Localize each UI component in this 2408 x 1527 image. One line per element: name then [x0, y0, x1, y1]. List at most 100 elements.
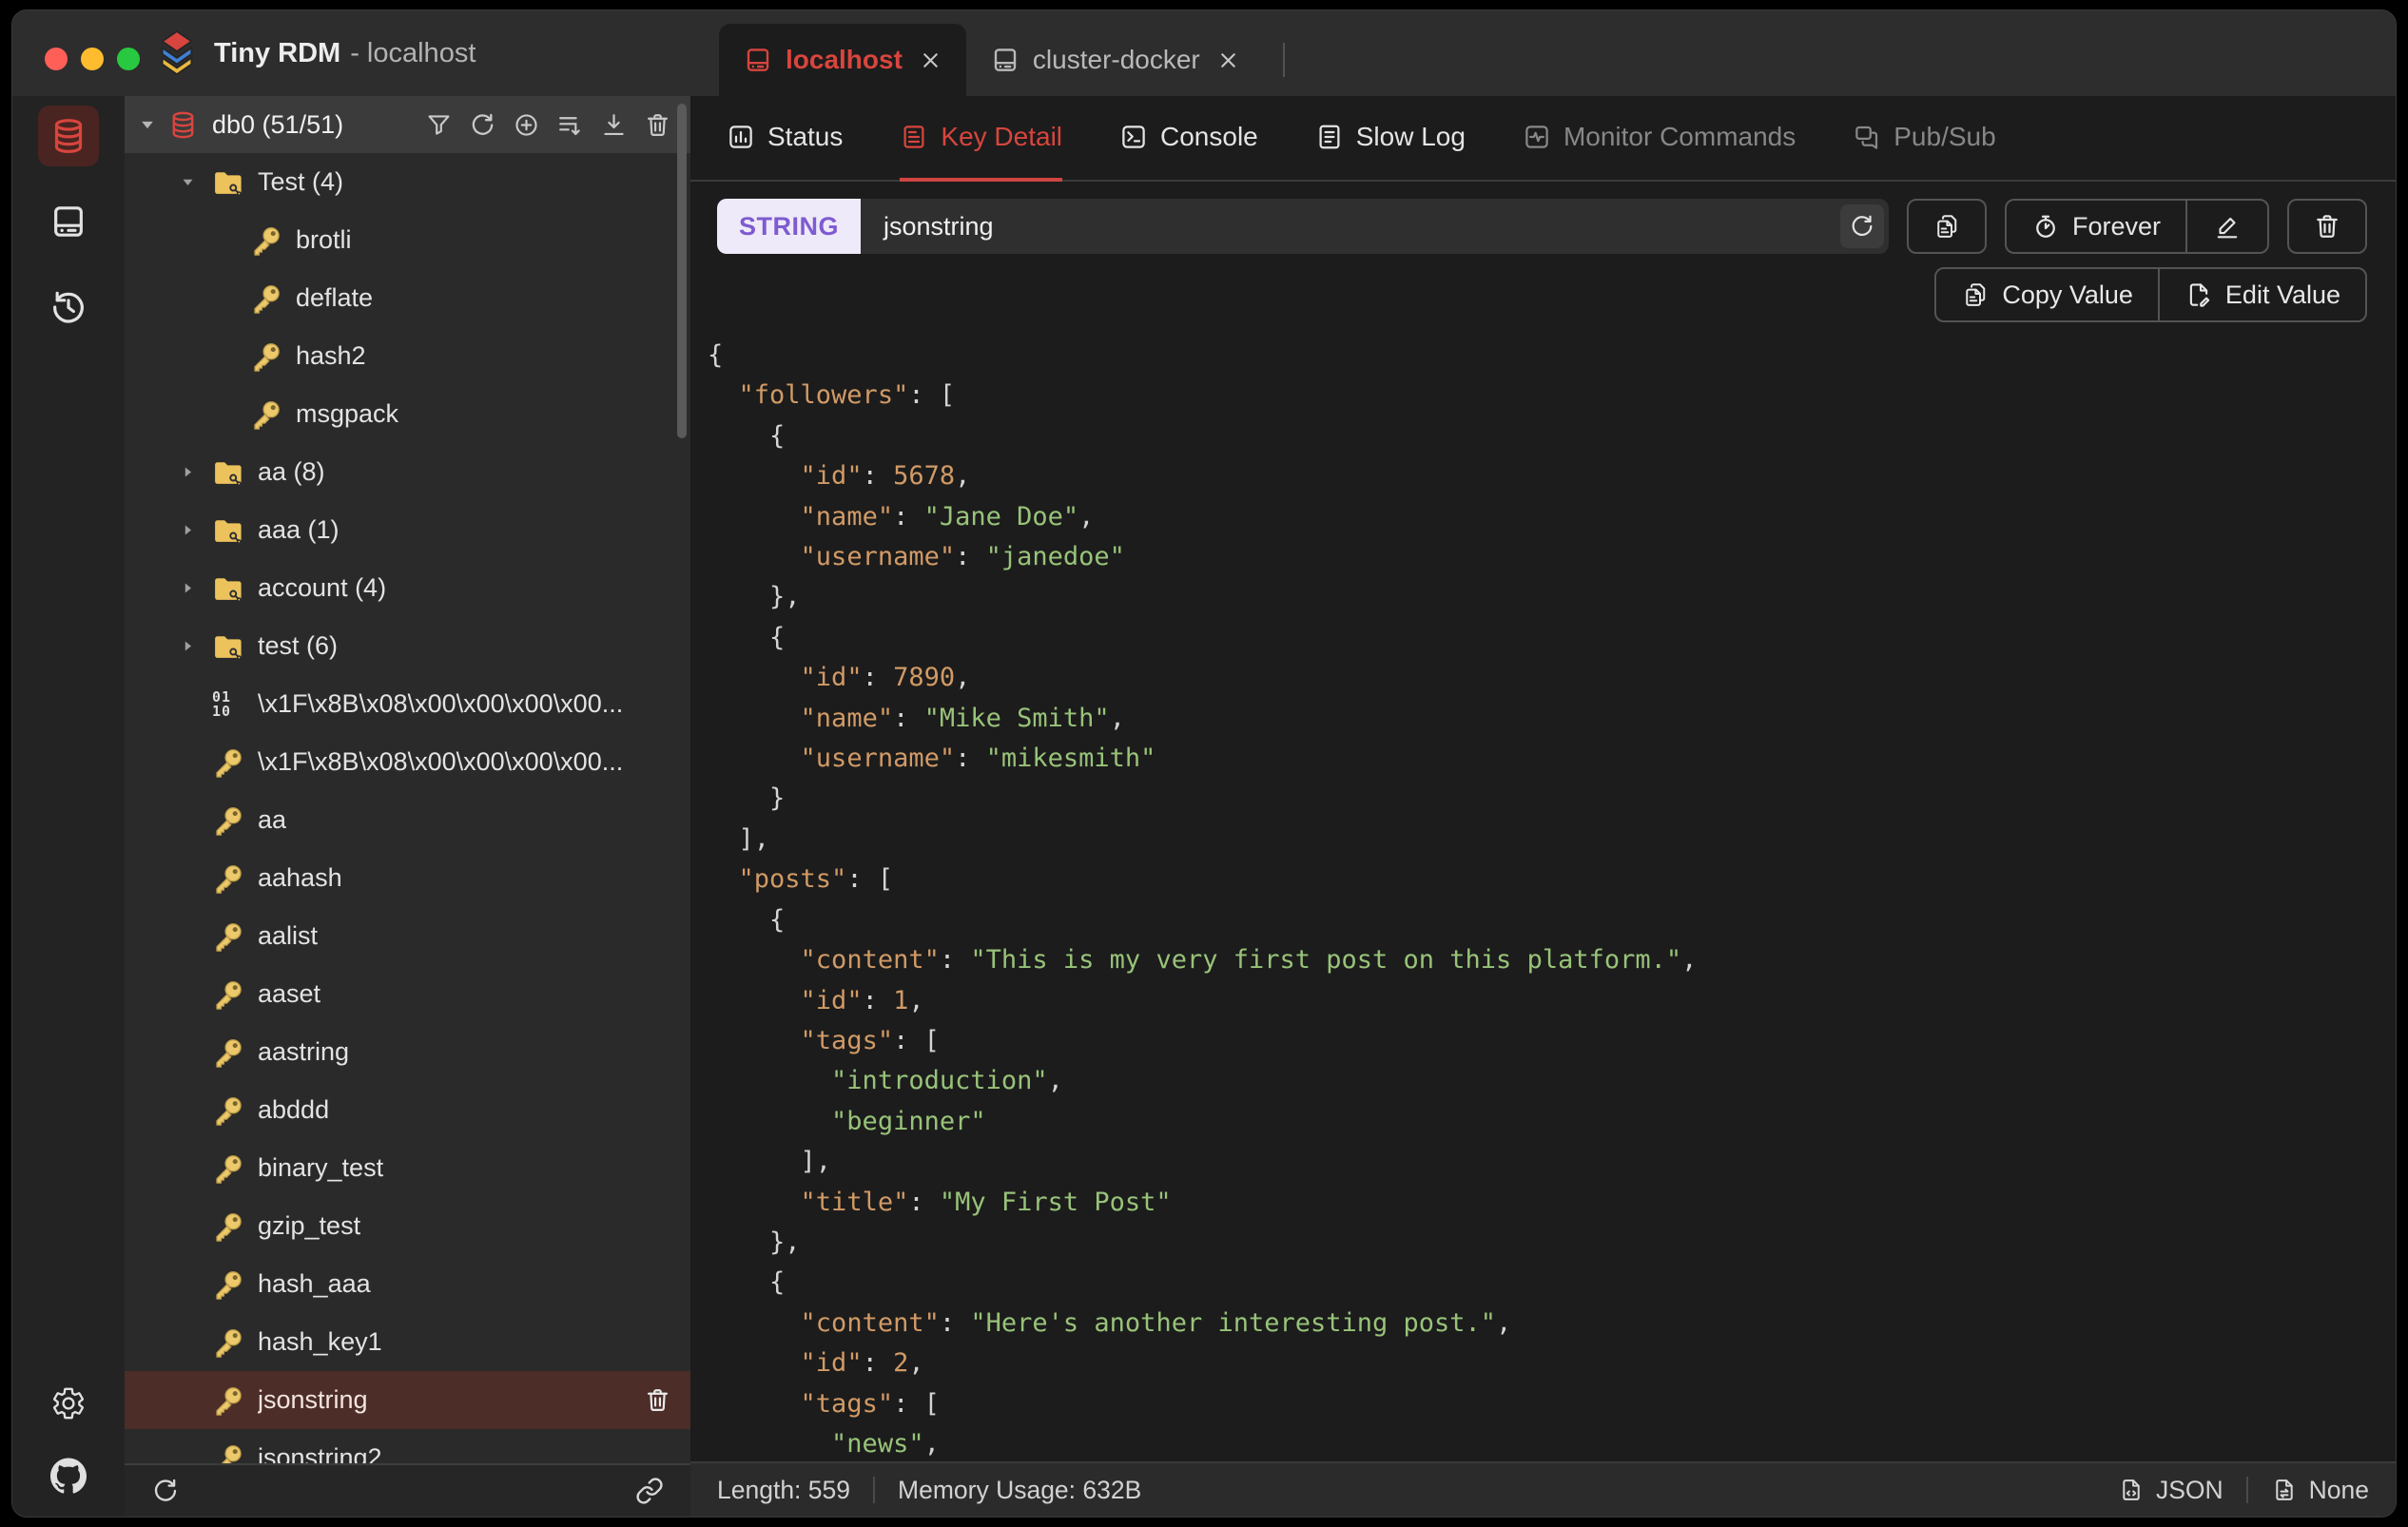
delete-key-button[interactable] [2287, 199, 2367, 254]
close-icon[interactable] [920, 49, 942, 71]
tree-folder-aaa-1-[interactable]: aaa (1) [125, 501, 690, 559]
tree-item-label: aa (8) [258, 457, 325, 486]
chevron [180, 638, 196, 654]
rename-key-button[interactable] [2187, 201, 2267, 252]
tree-key-aalist[interactable]: aalist [125, 907, 690, 965]
tree-key-deflate[interactable]: deflate [125, 269, 690, 327]
tab-label: Console [1160, 122, 1258, 151]
copy-key-button[interactable] [1906, 199, 1987, 254]
key-type-badge: STRING [717, 199, 861, 254]
filter-button[interactable] [425, 111, 453, 139]
view-format-select[interactable]: JSON [2118, 1476, 2224, 1505]
tree-key--x1f-x8b-x08-x00-x00-x00[interactable]: 01 10 \x1F\x8B\x08\x00\x00\x00\x00... [125, 675, 690, 733]
tree-key-hash-key1[interactable]: hash_key1 [125, 1313, 690, 1371]
tree-item-label: msgpack [296, 399, 399, 428]
tree-key-aastring[interactable]: aastring [125, 1023, 690, 1081]
tree-folder-account-4-[interactable]: account (4) [125, 559, 690, 617]
copy-value-button[interactable]: Copy Value [1936, 269, 2158, 320]
tab-monitor-commands[interactable]: Monitor Commands [1523, 96, 1796, 182]
minimize-window-button[interactable] [81, 48, 104, 70]
length-status: Length: 559 [717, 1475, 850, 1504]
app-brand: Tiny RDM - localhost [155, 29, 476, 77]
rail-database-button[interactable] [38, 106, 99, 166]
tree-folder-test-4-[interactable]: Test (4) [125, 153, 690, 211]
folder [212, 572, 244, 605]
rail-history-button[interactable] [38, 277, 99, 338]
load-more-button[interactable] [556, 111, 584, 139]
tab-console[interactable]: Console [1119, 96, 1258, 182]
tab-status[interactable]: Status [727, 96, 843, 182]
chevron-down-icon[interactable] [138, 115, 157, 134]
tree-item-label: Test (4) [258, 167, 344, 196]
tree-folder-aa-8-[interactable]: aa (8) [125, 443, 690, 501]
key-detail-icon [900, 123, 928, 151]
tab-slow-log[interactable]: Slow Log [1315, 96, 1466, 182]
status-bar: Length: 559 Memory Usage: 632B JSON None [690, 1461, 2396, 1517]
tree-key--x1f-x8b-x08-x00-x00-x00[interactable]: \x1F\x8B\x08\x00\x00\x00\x00... [125, 733, 690, 791]
connection-tab-localhost[interactable]: localhost [719, 24, 966, 96]
tree-key-hash2[interactable]: hash2 [125, 327, 690, 385]
rail-server-button[interactable] [38, 191, 99, 252]
tree-key-brotli[interactable]: brotli [125, 211, 690, 269]
tree-folder-test-6-[interactable]: test (6) [125, 617, 690, 675]
doc-edit-icon [2185, 280, 2213, 309]
settings-button[interactable] [50, 1385, 87, 1421]
json-line: { [769, 420, 786, 451]
view-format-value: JSON [2155, 1475, 2224, 1504]
tree-item-label: aa [258, 805, 287, 834]
refresh-icon [469, 111, 496, 139]
tree-key-hash-aaa[interactable]: hash_aaa [125, 1255, 690, 1313]
database-header[interactable]: db0 (51/51) [125, 96, 690, 153]
tree-key-gzip-test[interactable]: gzip_test [125, 1197, 690, 1255]
tab-key-detail[interactable]: Key Detail [900, 96, 1063, 182]
tree-scrollbar[interactable] [677, 104, 687, 438]
tab-pub-sub[interactable]: Pub/Sub [1853, 96, 1996, 182]
delete-key-inline-button[interactable] [644, 1386, 671, 1414]
tree-key-msgpack[interactable]: msgpack [125, 385, 690, 443]
ttl-button[interactable]: Forever [2007, 201, 2185, 252]
key-name-input[interactable]: jsonstring [861, 199, 1889, 254]
key-icon [212, 1442, 244, 1464]
connect-button[interactable] [635, 1477, 664, 1505]
import-button[interactable] [600, 111, 628, 139]
slow-log-icon [1315, 123, 1344, 151]
sidebar-bottom-bar [125, 1463, 690, 1517]
tree-item-label: aastring [258, 1037, 350, 1066]
tree-key-jsonstring2[interactable]: jsonstring2 [125, 1429, 690, 1463]
chevron-right-icon[interactable] [180, 638, 212, 654]
server-icon [744, 46, 772, 74]
refresh-keys-button[interactable] [151, 1477, 180, 1505]
add-key-button[interactable] [513, 111, 540, 139]
tree-key-aaset[interactable]: aaset [125, 965, 690, 1023]
tree-key-aahash[interactable]: aahash [125, 849, 690, 907]
reload-key-button[interactable] [1839, 204, 1884, 248]
json-line: "content": "Here's another interesting p… [800, 1307, 1512, 1338]
value-viewer[interactable]: { "followers": [ { "id": 5678, "name": "… [690, 322, 2396, 1461]
binary-icon: 01 10 [212, 687, 232, 720]
tree-key-binary-test[interactable]: binary_test [125, 1139, 690, 1197]
edit-value-button[interactable]: Edit Value [2160, 269, 2365, 320]
close-window-button[interactable] [45, 48, 68, 70]
maximize-window-button[interactable] [117, 48, 140, 70]
tree-key-aa[interactable]: aa [125, 791, 690, 849]
chevron-right-icon[interactable] [180, 522, 212, 538]
tree-item-label: aahash [258, 863, 342, 892]
decode-format-select[interactable]: None [2271, 1476, 2369, 1505]
x-icon [920, 49, 942, 71]
tree-item-label: test (6) [258, 631, 339, 660]
chevron-right-icon[interactable] [180, 464, 212, 480]
tree-key-abddd[interactable]: abddd [125, 1081, 690, 1139]
refresh-button[interactable] [469, 111, 496, 139]
chevron-right-icon[interactable] [180, 580, 212, 596]
chevron [180, 174, 196, 190]
chevron-down-icon[interactable] [180, 174, 212, 190]
json-line: { [769, 1267, 786, 1298]
tree-item-label: hash2 [296, 341, 366, 370]
key-icon [212, 746, 244, 779]
delete-button[interactable] [644, 111, 671, 139]
key [212, 1210, 244, 1243]
close-icon[interactable] [1217, 49, 1239, 71]
tree-key-jsonstring[interactable]: jsonstring [125, 1371, 690, 1429]
connection-tab-cluster-docker[interactable]: cluster-docker [966, 24, 1264, 96]
github-button[interactable] [50, 1458, 87, 1494]
